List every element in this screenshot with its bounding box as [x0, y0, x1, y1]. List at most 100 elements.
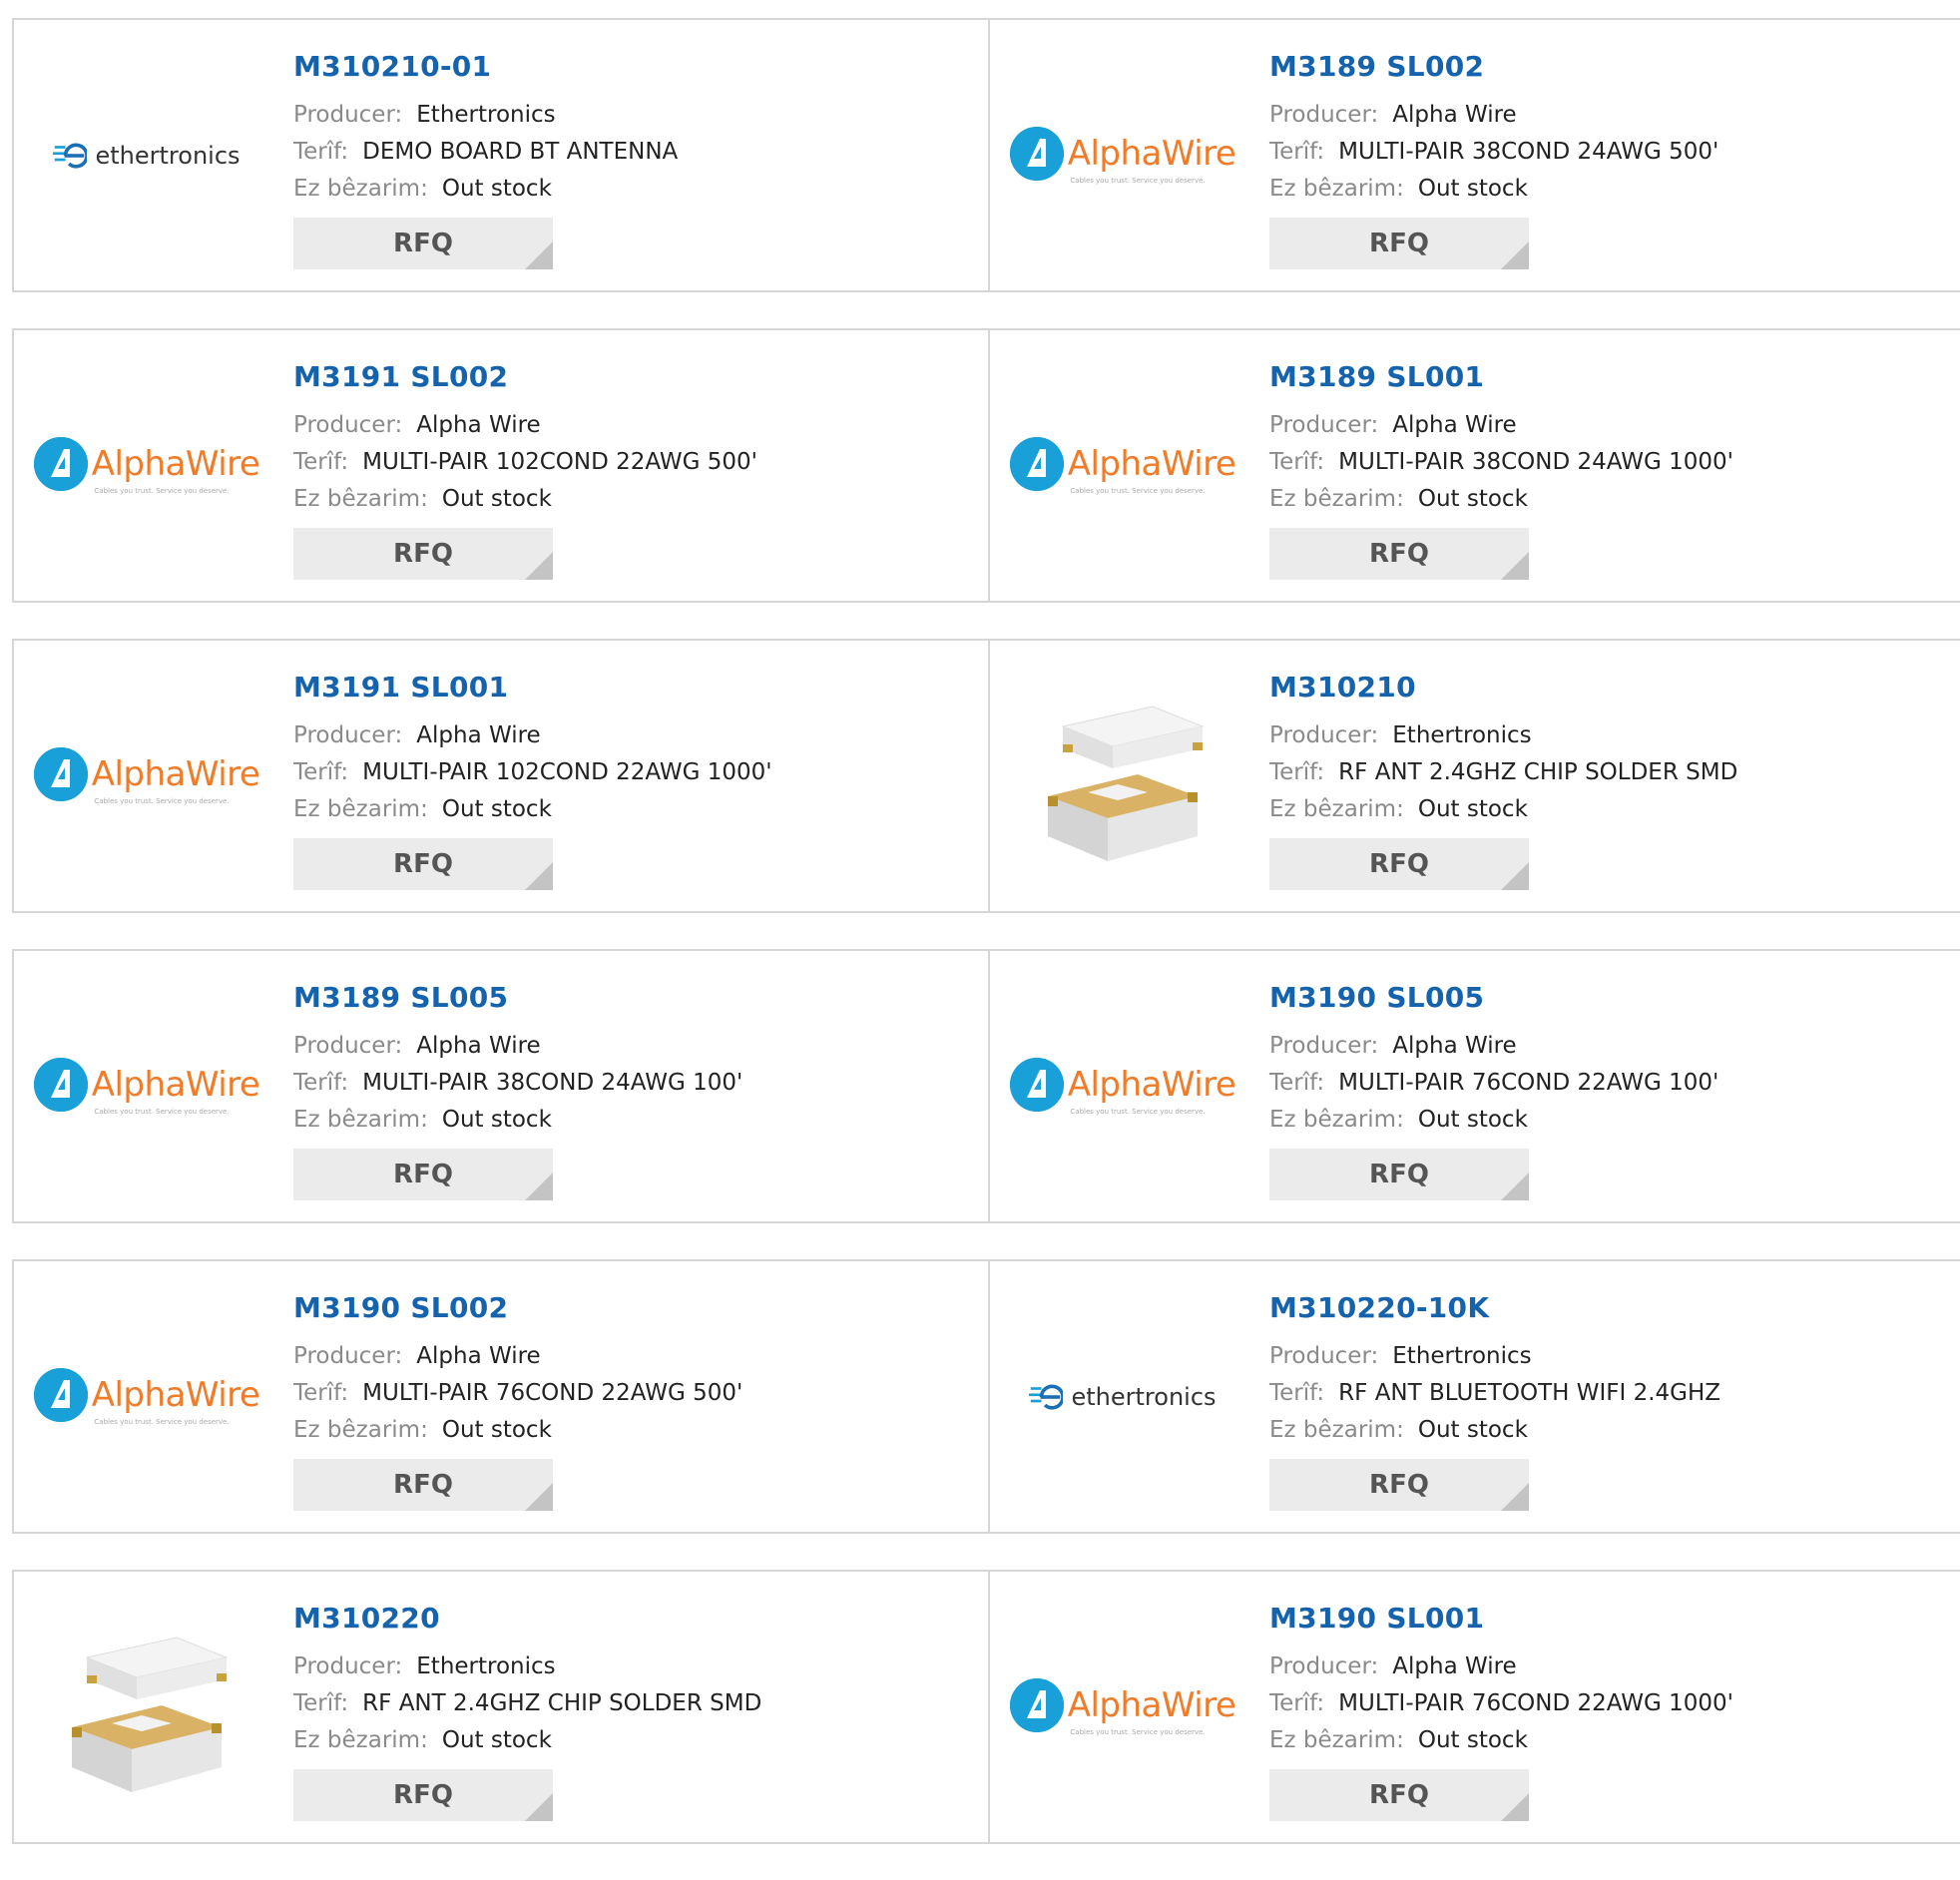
alphawire-logo: AlphaWire Cables you trust. Service you …	[33, 1057, 260, 1116]
product-title-link[interactable]: M3189 SL002	[1269, 50, 1718, 83]
product-title-link[interactable]: M310210-01	[293, 50, 678, 83]
producer-line: Producer: Alpha Wire	[293, 1028, 742, 1065]
product-image[interactable]: AlphaWire Cables you trust. Service you …	[1009, 1623, 1236, 1792]
product-card: AlphaWire Cables you trust. Service you …	[14, 951, 988, 1221]
product-row: AlphaWire Cables you trust. Service you …	[12, 328, 1960, 603]
stock-label: Ez bêzarim:	[1269, 1417, 1404, 1443]
rfq-button-label: RFQ	[1369, 1470, 1429, 1500]
producer-label: Producer:	[293, 1033, 403, 1059]
rfq-button[interactable]: RFQ	[1269, 838, 1529, 890]
stock-value: Out stock	[1417, 1727, 1528, 1753]
alphawire-logo-text: AlphaWire	[1067, 1684, 1236, 1725]
stock-line: Ez bêzarim: Out stock	[293, 481, 757, 518]
producer-value: Alpha Wire	[416, 722, 541, 748]
product-card: AlphaWire Cables you trust. Service you …	[988, 20, 1960, 290]
rfq-button-label: RFQ	[1369, 229, 1429, 258]
stock-value: Out stock	[1417, 486, 1528, 512]
product-image[interactable]: AlphaWire Cables you trust. Service you …	[33, 381, 260, 551]
producer-label: Producer:	[1269, 412, 1379, 438]
description-label: Terîf:	[1269, 759, 1325, 785]
product-image[interactable]	[1018, 692, 1227, 861]
product-image[interactable]: AlphaWire Cables you trust. Service you …	[1009, 1002, 1236, 1172]
rfq-button-label: RFQ	[1369, 539, 1429, 569]
product-info: M3191 SL001 Producer: Alpha Wire Terîf: MU…	[293, 671, 772, 890]
producer-value: Ethertronics	[1392, 722, 1532, 748]
product-image[interactable]: AlphaWire Cables you trust. Service you …	[1009, 381, 1236, 551]
stock-value: Out stock	[1417, 176, 1528, 202]
product-row: AlphaWire Cables you trust. Service you …	[12, 949, 1960, 1223]
rfq-button-label: RFQ	[1369, 849, 1429, 879]
stock-label: Ez bêzarim:	[1269, 486, 1404, 512]
stock-value: Out stock	[441, 796, 552, 822]
description-label: Terîf:	[293, 1690, 349, 1716]
product-title-link[interactable]: M3189 SL005	[293, 981, 742, 1014]
product-image[interactable]: AlphaWire Cables you trust. Service you …	[33, 1002, 260, 1172]
description-value: MULTI-PAIR 76COND 22AWG 1000'	[1338, 1690, 1733, 1716]
product-title-link[interactable]: M310210	[1269, 671, 1737, 704]
ethertronics-logo: ethertronics	[53, 141, 241, 171]
product-image[interactable]: AlphaWire Cables you trust. Service you …	[33, 692, 260, 861]
alphawire-logo-text: AlphaWire	[91, 753, 260, 794]
alphawire-tagline: Cables you trust. Service you deserve.	[1070, 486, 1206, 495]
producer-value: Alpha Wire	[416, 1033, 541, 1059]
rfq-button[interactable]: RFQ	[293, 528, 553, 580]
ethertronics-logo-text: ethertronics	[1071, 1382, 1217, 1411]
description-label: Terîf:	[293, 449, 349, 475]
stock-label: Ez bêzarim:	[293, 1417, 428, 1443]
rfq-button[interactable]: RFQ	[1269, 1149, 1529, 1200]
rfq-button-label: RFQ	[1369, 1780, 1429, 1810]
product-title-link[interactable]: M3190 SL002	[293, 1291, 742, 1324]
rfq-button[interactable]: RFQ	[293, 1149, 553, 1200]
alphawire-logo: AlphaWire Cables you trust. Service you …	[33, 436, 260, 495]
rfq-button[interactable]: RFQ	[293, 838, 553, 890]
product-title-link[interactable]: M3191 SL001	[293, 671, 772, 704]
alphawire-logo: AlphaWire Cables you trust. Service you …	[33, 746, 260, 805]
rfq-corner-triangle	[1501, 1173, 1529, 1200]
description-line: Terîf: MULTI-PAIR 76COND 22AWG 100'	[1269, 1065, 1718, 1102]
product-title-link[interactable]: M3190 SL001	[1269, 1602, 1733, 1635]
product-title-link[interactable]: M3191 SL002	[293, 360, 757, 393]
rfq-button[interactable]: RFQ	[293, 1769, 553, 1821]
rfq-button-label: RFQ	[1369, 1160, 1429, 1189]
stock-line: Ez bêzarim: Out stock	[293, 1102, 742, 1139]
product-title-link[interactable]: M3190 SL005	[1269, 981, 1718, 1014]
product-image[interactable]: AlphaWire Cables you trust. Service you …	[33, 1312, 260, 1482]
alphawire-tagline: Cables you trust. Service you deserve.	[1070, 1107, 1206, 1116]
alphawire-logo: AlphaWire Cables you trust. Service you …	[1009, 436, 1236, 495]
rfq-button[interactable]: RFQ	[1269, 218, 1529, 269]
product-title-link[interactable]: M3189 SL001	[1269, 360, 1733, 393]
stock-line: Ez bêzarim: Out stock	[1269, 1722, 1733, 1759]
product-title-link[interactable]: M310220-10K	[1269, 1291, 1720, 1324]
description-value: MULTI-PAIR 76COND 22AWG 500'	[362, 1380, 743, 1406]
stock-label: Ez bêzarim:	[293, 486, 428, 512]
producer-line: Producer: Alpha Wire	[1269, 1028, 1718, 1065]
stock-label: Ez bêzarim:	[1269, 1727, 1404, 1753]
product-info: M3189 SL001 Producer: Alpha Wire Terîf: MU…	[1269, 360, 1733, 580]
product-image[interactable]: ethertronics	[42, 71, 251, 240]
alphawire-logo: AlphaWire Cables you trust. Service you …	[1009, 1677, 1236, 1736]
product-image[interactable]: AlphaWire Cables you trust. Service you …	[1009, 71, 1236, 240]
description-value: DEMO BOARD BT ANTENNA	[362, 139, 679, 165]
producer-value: Alpha Wire	[1392, 102, 1517, 128]
product-image[interactable]: ethertronics	[1018, 1312, 1227, 1482]
rfq-corner-triangle	[1501, 1793, 1529, 1821]
alphawire-a-icon	[1009, 1057, 1064, 1112]
description-line: Terîf: MULTI-PAIR 38COND 24AWG 1000'	[1269, 444, 1733, 481]
rfq-button[interactable]: RFQ	[1269, 1459, 1529, 1511]
producer-label: Producer:	[293, 102, 403, 128]
stock-label: Ez bêzarim:	[293, 176, 428, 202]
alphawire-a-icon	[33, 436, 88, 491]
rfq-button[interactable]: RFQ	[1269, 1769, 1529, 1821]
rfq-button[interactable]: RFQ	[293, 218, 553, 269]
stock-line: Ez bêzarim: Out stock	[1269, 171, 1718, 208]
rfq-button[interactable]: RFQ	[293, 1459, 553, 1511]
product-title-link[interactable]: M310220	[293, 1602, 761, 1635]
product-image[interactable]	[42, 1623, 251, 1792]
stock-line: Ez bêzarim: Out stock	[293, 1412, 742, 1449]
stock-value: Out stock	[1417, 1417, 1528, 1443]
alphawire-a-icon	[33, 746, 88, 801]
rfq-button-label: RFQ	[393, 1160, 453, 1189]
rfq-button[interactable]: RFQ	[1269, 528, 1529, 580]
description-label: Terîf:	[293, 139, 349, 165]
stock-line: Ez bêzarim: Out stock	[1269, 481, 1733, 518]
